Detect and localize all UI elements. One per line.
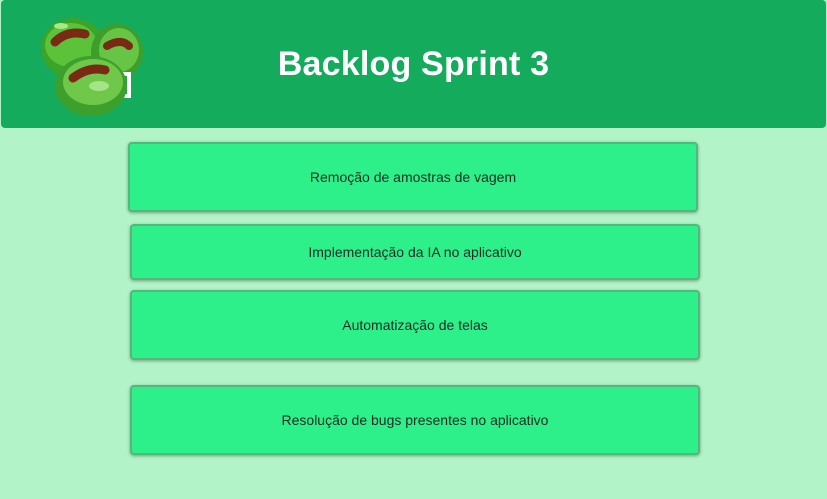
page-title: Backlog Sprint 3 <box>277 45 550 83</box>
backlog-item-4[interactable]: Resolução de bugs presentes no aplicativ… <box>130 385 700 455</box>
page-header: Backlog Sprint 3 <box>1 0 826 128</box>
backlog-item-2[interactable]: Implementação da IA no aplicativo <box>130 224 700 280</box>
backlog-item-3[interactable]: Automatização de telas <box>130 290 700 360</box>
backlog-item-1[interactable]: Remoção de amostras de vagem <box>128 142 698 212</box>
